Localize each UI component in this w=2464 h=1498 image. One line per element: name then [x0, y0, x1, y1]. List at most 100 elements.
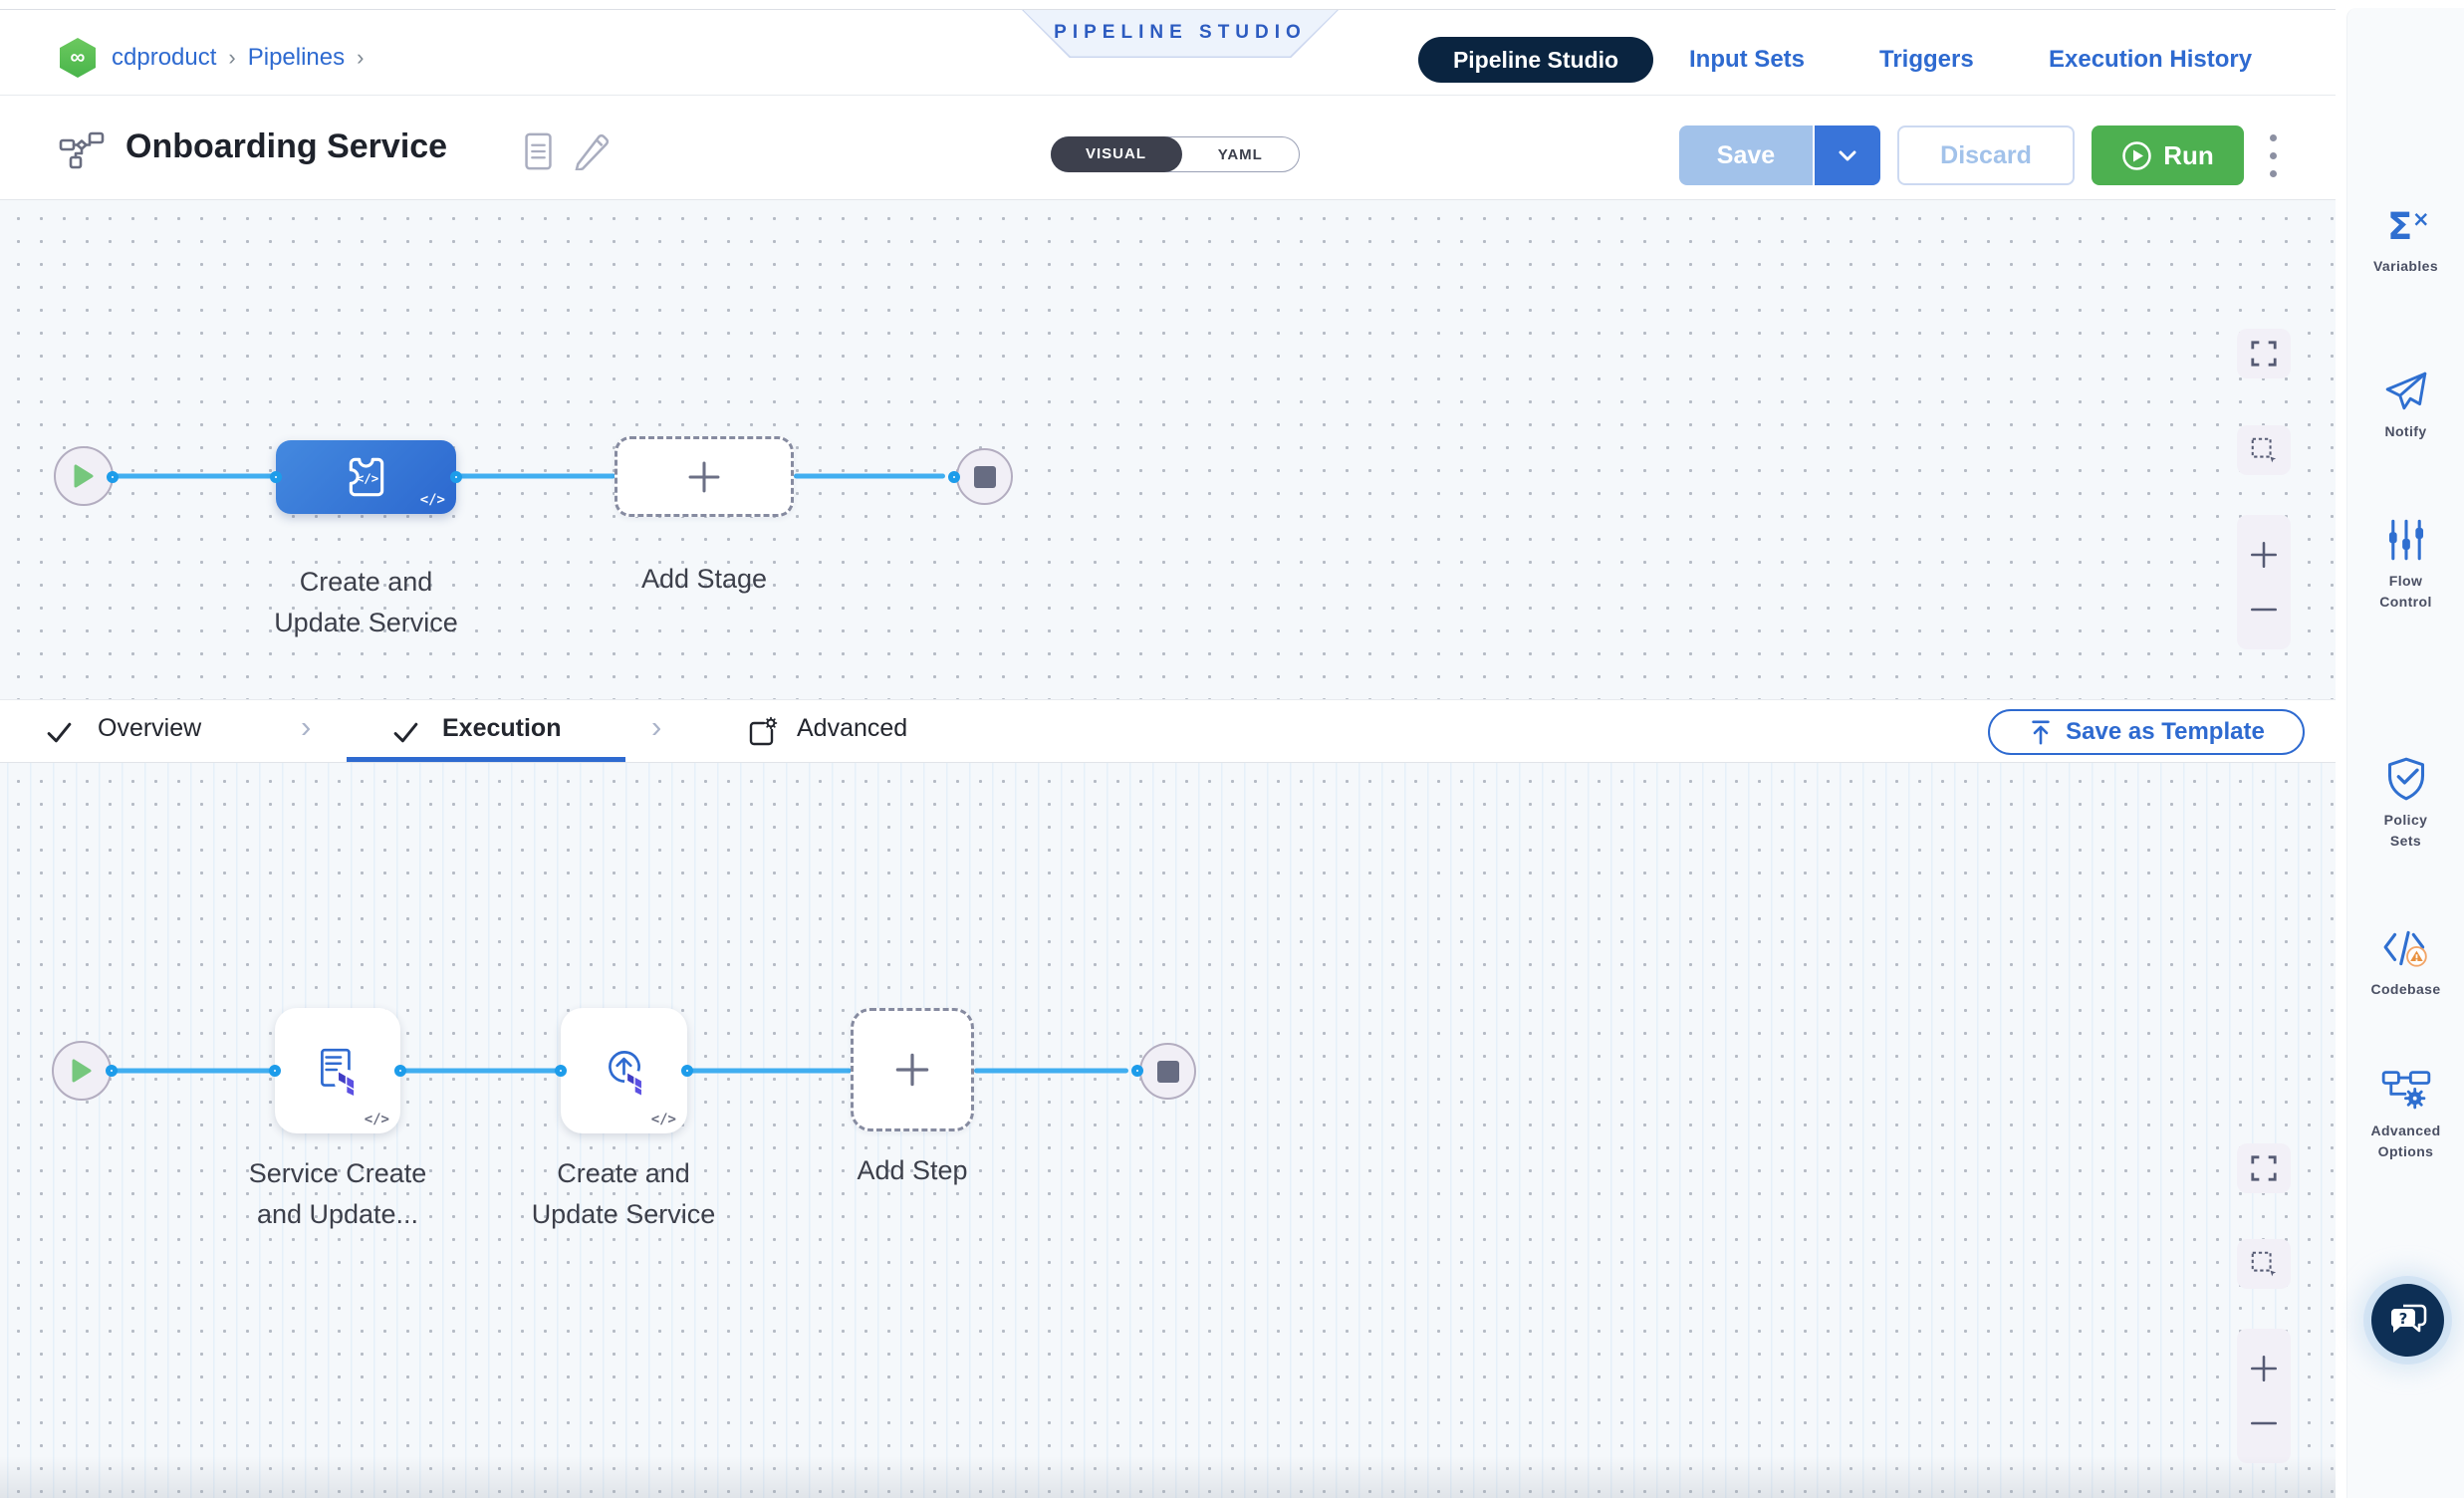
stop-icon — [974, 466, 996, 488]
breadcrumb: cdproduct › Pipelines › — [112, 44, 364, 72]
add-stage-label: Add Stage — [605, 559, 804, 600]
connector-port[interactable] — [270, 471, 282, 483]
canvas-bottom-shadow — [0, 1456, 2336, 1498]
service-definition-step-icon — [312, 1045, 364, 1097]
sidebar-item-policy-sets[interactable]: Policy Sets — [2347, 757, 2464, 852]
selection-mode-button[interactable] — [2237, 1239, 2291, 1289]
selection-mode-button[interactable] — [2237, 425, 2291, 475]
tab-triggers[interactable]: Triggers — [1879, 46, 1974, 74]
toggle-yaml[interactable]: YAML — [1182, 137, 1300, 171]
save-as-template-button[interactable]: Save as Template — [1988, 709, 2305, 755]
visual-yaml-toggle[interactable]: VISUAL YAML — [1051, 136, 1300, 172]
code-badge: </> — [365, 1112, 389, 1127]
play-icon — [72, 1059, 92, 1083]
page-title: Onboarding Service — [125, 127, 447, 166]
breadcrumb-project[interactable]: cdproduct — [112, 44, 216, 72]
toggle-visual[interactable]: VISUAL — [1051, 136, 1182, 172]
play-icon — [74, 464, 94, 488]
execution-canvas[interactable]: </> </> — [0, 763, 2336, 1498]
zoom-controls[interactable] — [2237, 1329, 2291, 1463]
pipeline-end-node[interactable] — [956, 448, 1013, 505]
tab-execution[interactable]: Execution — [442, 714, 561, 743]
sidebar-item-flow-control[interactable]: Flow Control — [2347, 518, 2464, 613]
more-options-kebab-icon[interactable] — [2270, 134, 2277, 177]
flow-control-sliders-icon — [2384, 518, 2428, 562]
custom-stage-icon: </> — [343, 453, 390, 501]
stop-icon — [1157, 1061, 1179, 1083]
pipeline-start-node[interactable] — [54, 446, 114, 506]
svg-text:×: × — [2412, 207, 2430, 231]
edge-line — [687, 1069, 852, 1074]
connector-port[interactable] — [1131, 1065, 1143, 1077]
codebase-warning-icon — [2382, 926, 2430, 970]
stage-node-create-and-update-service[interactable]: </> </> — [276, 440, 456, 514]
execution-start-node[interactable] — [52, 1041, 112, 1101]
chevron-down-icon — [1839, 150, 1856, 161]
save-button[interactable]: Save — [1679, 125, 1813, 185]
chevron-right-icon: › — [301, 709, 311, 745]
zoom-out-icon[interactable] — [2248, 594, 2280, 625]
add-step-button[interactable] — [851, 1008, 974, 1131]
marquee-select-icon — [2249, 435, 2279, 465]
connector-port[interactable] — [555, 1065, 567, 1077]
zoom-controls[interactable] — [2237, 515, 2291, 649]
sidebar-item-advanced-options[interactable]: Advanced Options — [2347, 1068, 2464, 1162]
discard-button[interactable]: Discard — [1897, 125, 2075, 185]
tab-input-sets[interactable]: Input Sets — [1689, 46, 1805, 74]
chevron-right-icon: › — [357, 45, 364, 71]
step-label: Service Create and Update... — [208, 1153, 467, 1235]
stage-canvas[interactable]: </> </> Create and Update Service Add St… — [0, 200, 2336, 699]
tab-pipeline-studio[interactable]: Pipeline Studio — [1418, 37, 1653, 83]
sidebar-item-codebase[interactable]: Codebase — [2347, 926, 2464, 1000]
harness-cd-logo-icon[interactable]: ∞ — [60, 38, 96, 78]
sidebar-item-notify[interactable]: Notify — [2347, 371, 2464, 442]
step-node-service-create-update[interactable]: </> — [275, 1008, 400, 1133]
edge-line — [113, 474, 277, 479]
stage-label: Create and Update Service — [226, 562, 506, 643]
fullscreen-button[interactable] — [2237, 1143, 2291, 1193]
connector-port[interactable] — [107, 471, 119, 483]
plus-icon — [892, 1050, 932, 1090]
pipeline-studio-app: PIPELINE STUDIO ∞ cdproduct › Pipelines … — [0, 0, 2464, 1498]
connector-port[interactable] — [269, 1065, 281, 1077]
connector-port[interactable] — [106, 1065, 118, 1077]
check-icon — [392, 719, 419, 746]
zoom-in-icon[interactable] — [2248, 1353, 2280, 1384]
zoom-out-icon[interactable] — [2248, 1407, 2280, 1439]
tab-execution-history[interactable]: Execution History — [2049, 46, 2252, 74]
run-button[interactable]: Run — [2092, 125, 2244, 185]
play-circle-icon — [2121, 140, 2152, 171]
right-toolbar: Σ × Variables Notify — [2346, 8, 2464, 1498]
edge-line — [112, 1069, 276, 1074]
fullscreen-icon — [2250, 340, 2278, 368]
chevron-right-icon: › — [228, 45, 235, 71]
svg-text:</>: </> — [356, 471, 378, 486]
connector-port[interactable] — [948, 471, 960, 483]
pipeline-graph-icon — [58, 130, 106, 170]
tab-advanced[interactable]: Advanced — [797, 714, 907, 743]
code-badge: </> — [651, 1112, 676, 1127]
edit-pencil-icon[interactable] — [572, 132, 610, 170]
readme-doc-icon[interactable] — [525, 132, 552, 170]
advanced-options-flowchart-gear-icon — [2381, 1068, 2431, 1112]
add-stage-button[interactable] — [615, 436, 794, 517]
top-divider — [0, 9, 2336, 10]
fullscreen-button[interactable] — [2237, 329, 2291, 378]
tab-overview[interactable]: Overview — [98, 714, 201, 743]
connector-port[interactable] — [450, 471, 462, 483]
upload-icon — [2028, 718, 2054, 746]
breadcrumb-pipelines[interactable]: Pipelines — [248, 44, 345, 72]
save-dropdown-button[interactable] — [1813, 125, 1880, 185]
zoom-in-icon[interactable] — [2248, 539, 2280, 571]
svg-text:Σ: Σ — [2387, 205, 2412, 247]
code-badge: </> — [420, 492, 445, 508]
execution-end-node[interactable] — [1139, 1043, 1196, 1100]
edge-line — [974, 1069, 1128, 1074]
help-chat-button[interactable]: ? — [2371, 1284, 2444, 1357]
connector-port[interactable] — [394, 1065, 406, 1077]
step-node-create-update-service[interactable]: </> — [561, 1008, 687, 1133]
plus-icon — [685, 458, 723, 496]
sidebar-item-variables[interactable]: Σ × Variables — [2347, 205, 2464, 277]
connector-port[interactable] — [681, 1065, 693, 1077]
step-label: Create and Update Service — [494, 1153, 753, 1235]
